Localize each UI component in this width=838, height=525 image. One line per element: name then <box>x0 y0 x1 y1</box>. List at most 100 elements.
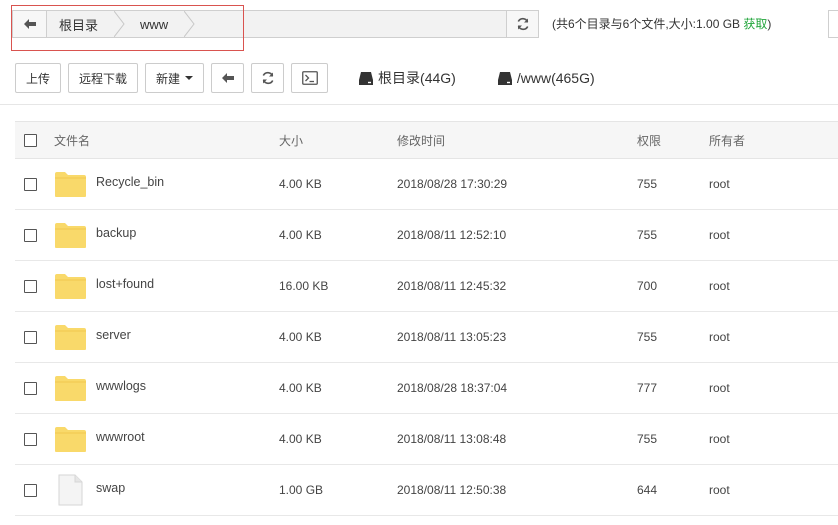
address-path-input[interactable] <box>198 11 506 37</box>
breadcrumb-separator <box>184 11 198 37</box>
size-cell: 4.00 KB <box>279 228 322 242</box>
select-all-cell <box>24 122 37 158</box>
modified-cell: 2018/08/11 13:05:23 <box>397 330 507 344</box>
name-cell[interactable]: wwwroot <box>54 414 145 464</box>
file-name[interactable]: swap <box>96 481 125 495</box>
header-modified[interactable]: 修改时间 <box>397 122 445 158</box>
permission-cell[interactable]: 755 <box>637 312 657 362</box>
terminal-icon <box>301 71 318 85</box>
name-cell[interactable]: swap <box>54 465 125 515</box>
permission-cell[interactable]: 755 <box>637 414 657 464</box>
size-cell: 4.00 KB <box>279 432 322 446</box>
refresh-icon <box>262 71 273 85</box>
row-checkbox-cell <box>24 465 37 515</box>
arrow-left-icon <box>221 73 234 83</box>
new-dropdown-button[interactable]: 新建 <box>145 63 205 93</box>
size-cell: 16.00 KB <box>279 279 329 293</box>
address-bar: 根目录 www <box>12 10 539 38</box>
modified-cell: 2018/08/28 18:37:04 <box>397 381 508 395</box>
select-all-checkbox[interactable] <box>24 133 37 147</box>
address-back-button[interactable] <box>13 11 47 37</box>
table-row[interactable]: backup 4.00 KB 2018/08/11 12:52:10 755 r… <box>15 210 838 261</box>
row-checkbox-cell <box>24 414 37 464</box>
owner-cell[interactable]: root <box>709 414 730 464</box>
permission-cell[interactable]: 777 <box>637 363 657 413</box>
directory-summary-text: (共6个目录与6个文件,大小:1.00 GB <box>552 17 741 31</box>
permission-cell[interactable]: 755 <box>637 159 657 209</box>
size-cell: 4.00 KB <box>279 177 322 191</box>
header-permission: 权限 <box>637 133 662 148</box>
row-checkbox-cell <box>24 261 37 311</box>
permission-cell[interactable]: 644 <box>637 465 657 515</box>
table-row[interactable]: Recycle_bin 4.00 KB 2018/08/28 17:30:29 … <box>15 159 838 210</box>
owner-cell[interactable]: root <box>709 159 730 209</box>
owner-cell[interactable]: root <box>709 363 730 413</box>
panel-edge <box>828 10 838 38</box>
toolbar: 上传 远程下载 新建 根目录(44G) /www(465G) <box>15 63 595 93</box>
table-row[interactable]: lost+found 16.00 KB 2018/08/11 12:45:32 … <box>15 261 838 312</box>
permission-cell[interactable]: 755 <box>637 210 657 260</box>
address-refresh-button[interactable] <box>506 11 538 37</box>
modified-cell: 2018/08/11 12:50:38 <box>397 483 507 497</box>
table-row[interactable]: swap 1.00 GB 2018/08/11 12:50:38 644 roo… <box>15 465 838 516</box>
disk-www[interactable]: /www(465G) <box>497 70 595 86</box>
row-checkbox-cell <box>24 159 37 209</box>
row-checkbox[interactable] <box>24 483 37 497</box>
name-cell[interactable]: backup <box>54 210 136 260</box>
remote-download-button[interactable]: 远程下载 <box>68 63 139 93</box>
table-row[interactable]: wwwroot 4.00 KB 2018/08/11 13:08:48 755 … <box>15 414 838 465</box>
modified-cell: 2018/08/28 17:30:29 <box>397 177 508 191</box>
breadcrumb-root-label: 根目录 <box>59 17 99 33</box>
file-name[interactable]: wwwroot <box>96 430 145 444</box>
disk-root[interactable]: 根目录(44G) <box>359 68 456 88</box>
table-row[interactable]: server 4.00 KB 2018/08/11 13:05:23 755 r… <box>15 312 838 363</box>
breadcrumb-www-label: www <box>140 16 169 32</box>
header-owner: 所有者 <box>709 133 746 148</box>
row-checkbox-cell <box>24 312 37 362</box>
file-name[interactable]: Recycle_bin <box>96 175 164 189</box>
back-button[interactable] <box>211 63 245 93</box>
terminal-button[interactable] <box>291 63 329 93</box>
owner-cell[interactable]: root <box>709 261 730 311</box>
name-cell[interactable]: Recycle_bin <box>54 159 164 209</box>
file-name[interactable]: lost+found <box>96 277 154 291</box>
header-name[interactable]: 文件名 <box>54 122 90 158</box>
permission-cell[interactable]: 700 <box>637 261 657 311</box>
breadcrumb-separator <box>114 11 128 37</box>
toolbar-divider <box>0 104 838 105</box>
row-checkbox[interactable] <box>24 381 37 395</box>
new-button-label: 新建 <box>156 71 181 86</box>
table-header: 文件名 大小 修改时间 权限 所有者 <box>15 121 838 159</box>
file-name[interactable]: server <box>96 328 131 342</box>
size-cell: 1.00 GB <box>279 483 324 497</box>
table-row[interactable]: wwwlogs 4.00 KB 2018/08/28 18:37:04 777 … <box>15 363 838 414</box>
folder-icon <box>55 171 86 197</box>
breadcrumb-root[interactable]: 根目录 <box>47 11 114 37</box>
breadcrumb-www[interactable]: www <box>128 11 184 37</box>
owner-cell[interactable]: root <box>709 465 730 515</box>
file-name[interactable]: wwwlogs <box>96 379 146 393</box>
name-cell[interactable]: wwwlogs <box>54 363 146 413</box>
hard-disk-icon <box>497 71 512 85</box>
row-checkbox-cell <box>24 363 37 413</box>
name-cell[interactable]: lost+found <box>54 261 154 311</box>
row-checkbox[interactable] <box>24 228 37 242</box>
modified-cell: 2018/08/11 12:45:32 <box>397 279 507 293</box>
upload-button[interactable]: 上传 <box>15 63 62 93</box>
arrow-left-icon <box>23 19 36 29</box>
get-size-link[interactable]: 获取 <box>743 17 767 31</box>
header-size[interactable]: 大小 <box>279 122 303 158</box>
modified-cell: 2018/08/11 12:52:10 <box>397 228 507 242</box>
row-checkbox[interactable] <box>24 330 37 344</box>
refresh-button[interactable] <box>251 63 285 93</box>
row-checkbox[interactable] <box>24 177 37 191</box>
row-checkbox[interactable] <box>24 432 37 446</box>
folder-icon <box>55 426 86 452</box>
owner-cell[interactable]: root <box>709 210 730 260</box>
owner-cell[interactable]: root <box>709 312 730 362</box>
file-name[interactable]: backup <box>96 226 136 240</box>
refresh-icon <box>517 17 528 31</box>
name-cell[interactable]: server <box>54 312 131 362</box>
caret-down-icon <box>185 76 194 80</box>
row-checkbox[interactable] <box>24 279 37 293</box>
